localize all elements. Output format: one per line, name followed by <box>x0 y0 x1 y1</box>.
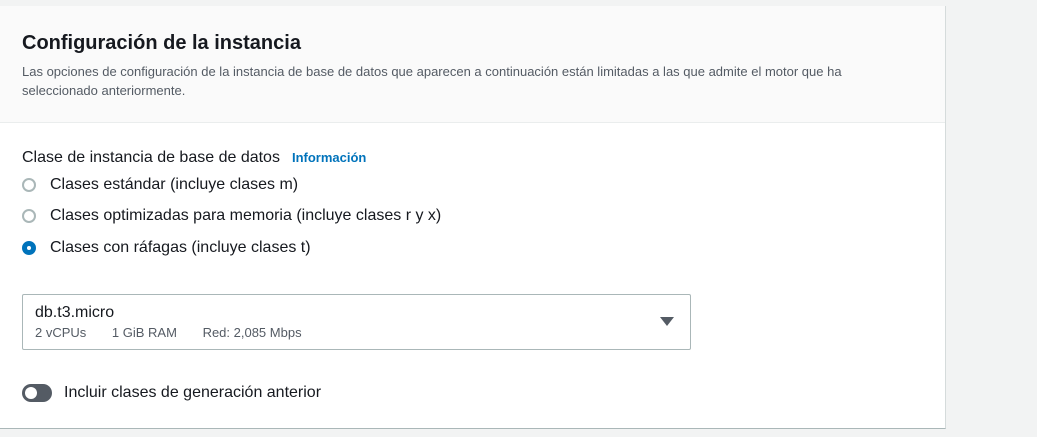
caret-down-icon[interactable] <box>660 316 674 326</box>
radio-button-selected[interactable] <box>22 240 36 255</box>
select-value: db.t3.micro <box>35 303 115 321</box>
section-title: Configuración de la instancia <box>22 32 301 54</box>
radio-button[interactable] <box>22 209 36 224</box>
ram-value: 1 GiB RAM <box>111 324 177 340</box>
panel-header: Configuración de la instancia Las opcion… <box>0 6 945 123</box>
toggle-switch[interactable] <box>22 383 52 402</box>
instance-class-label: Clase de instancia de base de datos <box>22 149 280 166</box>
instance-configuration-panel: Configuración de la instancia Las opcion… <box>0 6 946 429</box>
toggle-label: Incluir clases de generación anterior <box>64 383 322 401</box>
panel-body: Clase de instancia de base de datos Info… <box>0 123 945 402</box>
network-value: Red: 2,085 Mbps <box>202 324 302 340</box>
previous-generation-toggle-row[interactable]: Incluir clases de generación anterior <box>22 383 923 402</box>
section-description: Las opciones de configuración de la inst… <box>22 64 842 98</box>
radio-memory-optimized-classes[interactable]: Clases optimizadas para memoria (incluye… <box>22 201 923 233</box>
instance-class-select[interactable]: db.t3.micro 2 vCPUs 1 GiB RAM Red: 2,085… <box>22 293 691 350</box>
radio-label: Clases con ráfagas (incluye clases t) <box>50 238 311 256</box>
info-link[interactable]: Información <box>292 147 366 169</box>
instance-class-field: Clase de instancia de base de datos Info… <box>22 147 923 169</box>
radio-button[interactable] <box>22 177 36 192</box>
radio-standard-classes[interactable]: Clases estándar (incluye clases m) <box>22 169 923 201</box>
select-meta: 2 vCPUs 1 GiB RAM Red: 2,085 Mbps <box>35 325 678 340</box>
radio-label: Clases estándar (incluye clases m) <box>50 175 299 193</box>
radio-burstable-classes[interactable]: Clases con ráfagas (incluye clases t) <box>22 232 923 264</box>
vcpus-value: 2 vCPUs <box>35 324 87 340</box>
radio-label: Clases optimizadas para memoria (incluye… <box>50 207 442 225</box>
